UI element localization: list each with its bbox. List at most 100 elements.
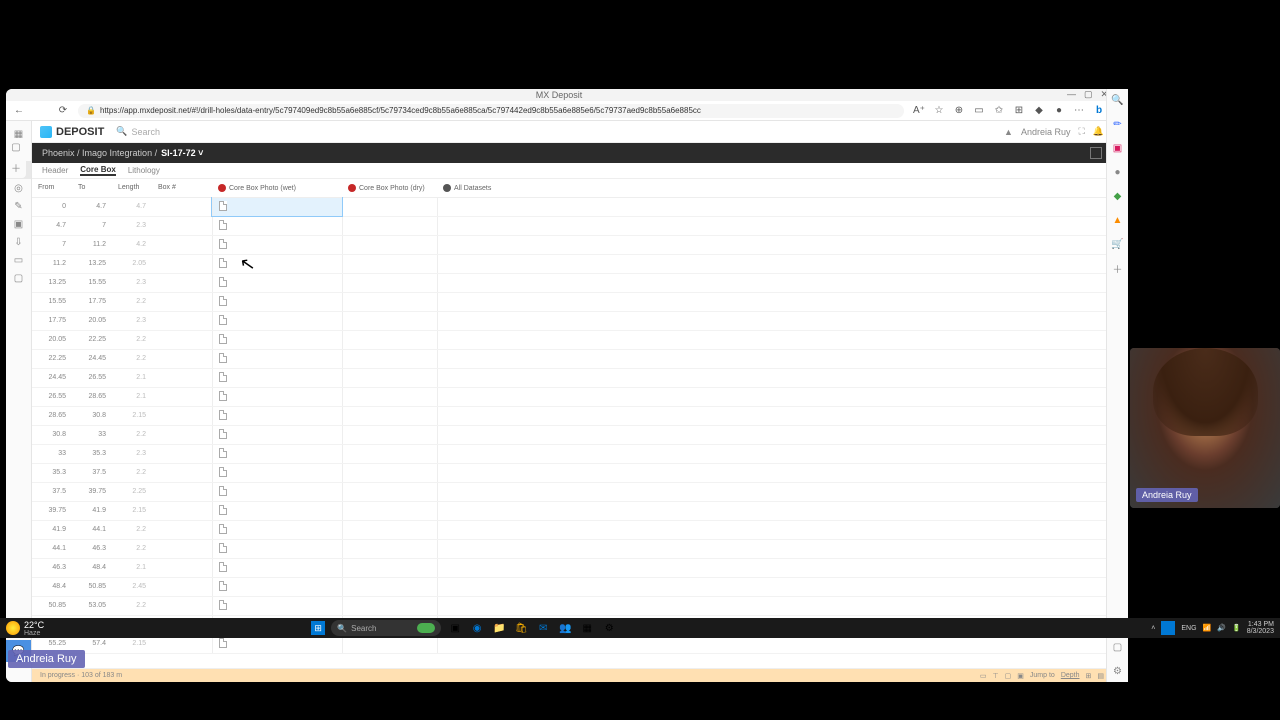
table-row[interactable]: 39.7541.92.15	[32, 501, 1112, 520]
table-row[interactable]: 41.944.12.2	[32, 520, 1112, 539]
cell-photo-dry[interactable]	[342, 539, 437, 558]
cell-photo-wet[interactable]	[212, 501, 342, 520]
table-row[interactable]: 4.772.3	[32, 216, 1112, 235]
cell-box[interactable]	[152, 216, 212, 235]
cell-to[interactable]: 39.75	[72, 482, 112, 501]
cell-photo-wet[interactable]	[212, 254, 342, 273]
cell-length[interactable]: 4.2	[112, 235, 152, 254]
cell-datasets[interactable]	[437, 235, 1112, 254]
extension-icon[interactable]: ⊞	[1012, 104, 1026, 118]
rail-download-icon[interactable]: ⇩	[6, 233, 31, 251]
task-view-icon[interactable]: ▣	[447, 620, 463, 636]
table-row[interactable]: 26.5528.652.1	[32, 387, 1112, 406]
cell-datasets[interactable]	[437, 558, 1112, 577]
cell-datasets[interactable]	[437, 349, 1112, 368]
cell-from[interactable]: 0	[32, 197, 72, 216]
cell-box[interactable]	[152, 596, 212, 615]
cell-from[interactable]: 46.3	[32, 558, 72, 577]
tool-icon[interactable]: ▣	[1017, 672, 1024, 680]
col-photo-dry[interactable]: Core Box Photo (dry)	[342, 179, 437, 197]
forward-button[interactable]	[34, 104, 48, 118]
cell-datasets[interactable]	[437, 463, 1112, 482]
cell-from[interactable]: 28.65	[32, 406, 72, 425]
user-name[interactable]: Andreia Ruy	[1021, 127, 1071, 137]
cell-photo-wet[interactable]	[212, 387, 342, 406]
weather-widget[interactable]: 22°C Haze	[6, 620, 44, 637]
cell-photo-dry[interactable]	[342, 330, 437, 349]
table-row[interactable]: 22.2524.452.2	[32, 349, 1112, 368]
cell-to[interactable]: 33	[72, 425, 112, 444]
table-row[interactable]: 28.6530.82.15	[32, 406, 1112, 425]
cell-photo-dry[interactable]	[342, 577, 437, 596]
tabs-icon[interactable]: ▢	[11, 142, 20, 153]
cell-datasets[interactable]	[437, 577, 1112, 596]
cell-length[interactable]: 2.15	[112, 406, 152, 425]
start-button[interactable]: ⊞	[311, 621, 325, 635]
cell-datasets[interactable]	[437, 273, 1112, 292]
cell-photo-dry[interactable]	[342, 235, 437, 254]
col-from[interactable]: From	[32, 179, 72, 197]
cell-to[interactable]: 41.9	[72, 501, 112, 520]
cell-box[interactable]	[152, 444, 212, 463]
cell-from[interactable]: 39.75	[32, 501, 72, 520]
cell-length[interactable]: 2.1	[112, 387, 152, 406]
cell-length[interactable]: 2.05	[112, 254, 152, 273]
app-search[interactable]: 🔍 Search	[116, 126, 160, 137]
cell-to[interactable]: 44.1	[72, 520, 112, 539]
cell-length[interactable]: 2.3	[112, 444, 152, 463]
volume-icon[interactable]: 🔊	[1217, 624, 1226, 632]
cell-length[interactable]: 2.2	[112, 425, 152, 444]
reading-icon[interactable]: A⁺	[912, 104, 926, 118]
cell-photo-wet[interactable]	[212, 596, 342, 615]
cell-length[interactable]: 2.2	[112, 520, 152, 539]
cell-from[interactable]: 15.55	[32, 292, 72, 311]
tab-header[interactable]: Header	[42, 166, 68, 175]
cell-datasets[interactable]	[437, 311, 1112, 330]
cell-to[interactable]: 37.5	[72, 463, 112, 482]
taskbar-search[interactable]: 🔍 Search	[331, 620, 441, 636]
maximize-icon[interactable]: ▢	[1084, 89, 1093, 100]
avatar-icon[interactable]: ●	[1052, 104, 1066, 118]
breadcrumb-parent[interactable]: Phoenix / Imago Integration /	[42, 148, 157, 158]
refresh-icon[interactable]: ⊕	[952, 104, 966, 118]
cell-box[interactable]	[152, 406, 212, 425]
rail-folder-icon[interactable]: ▣	[6, 215, 31, 233]
tool-icon[interactable]: ▢	[1005, 672, 1012, 680]
cell-from[interactable]: 37.5	[32, 482, 72, 501]
cell-box[interactable]	[152, 292, 212, 311]
cell-length[interactable]: 2.3	[112, 273, 152, 292]
cell-photo-wet[interactable]	[212, 368, 342, 387]
cell-from[interactable]: 41.9	[32, 520, 72, 539]
cell-datasets[interactable]	[437, 254, 1112, 273]
cell-photo-dry[interactable]	[342, 463, 437, 482]
table-row[interactable]: 711.24.2	[32, 235, 1112, 254]
cell-to[interactable]: 20.05	[72, 311, 112, 330]
sidebar-search-icon[interactable]: 🔍	[1111, 93, 1125, 107]
cell-datasets[interactable]	[437, 596, 1112, 615]
cell-from[interactable]: 24.45	[32, 368, 72, 387]
table-row[interactable]: 44.146.32.2	[32, 539, 1112, 558]
cell-photo-wet[interactable]	[212, 482, 342, 501]
cell-datasets[interactable]	[437, 197, 1112, 216]
cell-box[interactable]	[152, 520, 212, 539]
star-icon[interactable]: ☆	[932, 104, 946, 118]
explorer-icon[interactable]: 📁	[491, 620, 507, 636]
cell-from[interactable]: 50.85	[32, 596, 72, 615]
cell-photo-dry[interactable]	[342, 349, 437, 368]
table-row[interactable]: 48.450.852.45	[32, 577, 1112, 596]
cell-datasets[interactable]	[437, 501, 1112, 520]
cell-length[interactable]: 2.2	[112, 463, 152, 482]
cell-box[interactable]	[152, 311, 212, 330]
panel-settings-icon[interactable]	[1090, 147, 1102, 159]
cell-from[interactable]: 48.4	[32, 577, 72, 596]
cell-box[interactable]	[152, 330, 212, 349]
cell-photo-wet[interactable]	[212, 539, 342, 558]
cell-photo-wet[interactable]	[212, 216, 342, 235]
cell-photo-dry[interactable]	[342, 482, 437, 501]
cell-datasets[interactable]	[437, 292, 1112, 311]
cell-photo-dry[interactable]	[342, 273, 437, 292]
col-length[interactable]: Length	[112, 179, 152, 197]
cell-box[interactable]	[152, 273, 212, 292]
favorites-icon[interactable]: ✩	[992, 104, 1006, 118]
cell-to[interactable]: 24.45	[72, 349, 112, 368]
